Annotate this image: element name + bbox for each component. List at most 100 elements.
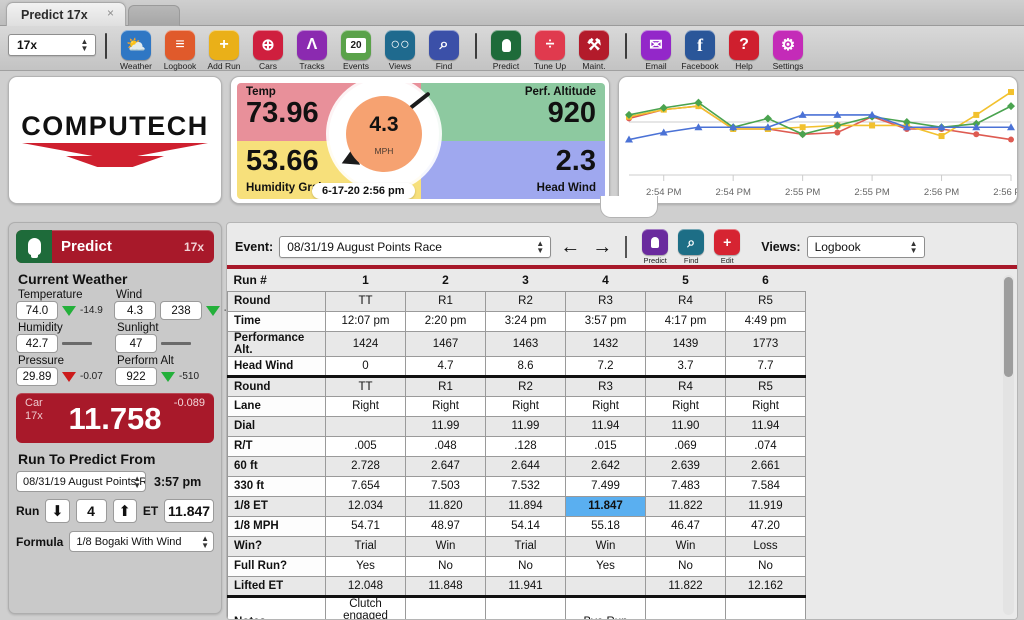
table-scrollbar[interactable] xyxy=(1003,275,1014,615)
table-cell[interactable]: 7.2 xyxy=(565,355,646,378)
table-cell[interactable]: Right xyxy=(405,395,486,417)
table-cell[interactable]: No xyxy=(485,555,566,577)
table-cell[interactable]: 12:07 pm xyxy=(325,310,406,332)
table-cell[interactable]: R3 xyxy=(565,290,646,312)
table-cell[interactable]: 2.661 xyxy=(725,455,806,477)
table-cell[interactable]: R1 xyxy=(405,290,486,312)
table-cell[interactable]: 54.71 xyxy=(325,515,406,537)
table-cell[interactable] xyxy=(405,595,486,619)
table-cell[interactable]: 11.894 xyxy=(485,495,566,517)
table-cell[interactable]: R4 xyxy=(645,290,726,312)
predict-event-select[interactable]: 08/31/19 August Points Ra ▲ ▼ xyxy=(16,471,146,492)
event-button-find[interactable]: ⌕ Find xyxy=(673,229,709,265)
table-column-header[interactable]: 6 xyxy=(725,269,806,291)
toolbar-button-tuneup[interactable]: ÷ Tune Up xyxy=(528,30,572,71)
table-cell[interactable]: R4 xyxy=(645,375,726,397)
table-cell[interactable]: 2:20 pm xyxy=(405,310,486,332)
toolbar-button-tracks[interactable]: Λ Tracks xyxy=(290,30,334,71)
table-cell[interactable]: 7.532 xyxy=(485,475,566,497)
table-cell[interactable]: 11.820 xyxy=(405,495,486,517)
toolbar-button-logbook[interactable]: ≡ Logbook xyxy=(158,30,202,71)
table-cell[interactable]: 11.822 xyxy=(645,495,726,517)
table-cell[interactable]: .074 xyxy=(725,435,806,457)
table-column-header[interactable]: 1 xyxy=(325,269,406,291)
table-cell[interactable]: 1467 xyxy=(405,330,486,357)
table-cell[interactable]: 3:57 pm xyxy=(565,310,646,332)
table-cell[interactable]: Bye Run xyxy=(565,595,646,619)
table-cell[interactable] xyxy=(485,595,566,619)
table-cell[interactable]: .128 xyxy=(485,435,566,457)
table-row[interactable]: R/T .005.048.128.015.069.074 xyxy=(227,435,1006,457)
table-cell[interactable]: 3:24 pm xyxy=(485,310,566,332)
table-cell[interactable]: Yes xyxy=(565,555,646,577)
table-cell[interactable]: 0 xyxy=(325,355,406,378)
toolbar-button-cars[interactable]: ⊕ Cars xyxy=(246,30,290,71)
toolbar-button-find[interactable]: ⌕ Find xyxy=(422,30,466,71)
toolbar-button-weather[interactable]: ⛅ Weather xyxy=(114,30,158,71)
table-cell[interactable]: 7.499 xyxy=(565,475,646,497)
toolbar-button-email[interactable]: ✉ Email xyxy=(634,30,678,71)
table-cell[interactable]: 1424 xyxy=(325,330,406,357)
table-cell[interactable]: 55.18 xyxy=(565,515,646,537)
table-cell[interactable]: Right xyxy=(725,395,806,417)
table-row[interactable]: Lane Right Right Right Right Right Right xyxy=(227,395,1006,417)
table-cell[interactable]: 1432 xyxy=(565,330,646,357)
table-cell[interactable]: R5 xyxy=(725,290,806,312)
table-cell[interactable]: Right xyxy=(565,395,646,417)
table-row[interactable]: Head Wind 0 4.7 8.6 7.2 3.7 7.7 xyxy=(227,355,1006,378)
weather-trend-chart[interactable]: 2:54 PM 2:54 PM 2:55 PM 2:55 PM 2:56 PM 2:56 … xyxy=(618,76,1018,204)
toolbar-button-help[interactable]: ? Help xyxy=(722,30,766,71)
table-cell[interactable]: 7.7 xyxy=(725,355,806,378)
table-cell[interactable]: No xyxy=(405,555,486,577)
weather-field-input[interactable]: 922 xyxy=(115,367,157,386)
table-cell[interactable]: 48.97 xyxy=(405,515,486,537)
table-row[interactable]: Full Run? Yes No No Yes No No xyxy=(227,555,1006,577)
table-column-header[interactable]: 5 xyxy=(645,269,726,291)
table-cell[interactable]: 4.7 xyxy=(405,355,486,378)
weather-field-input[interactable]: 4.3 xyxy=(114,301,156,320)
table-cell[interactable]: Trial xyxy=(325,535,406,557)
table-cell[interactable]: R2 xyxy=(485,375,566,397)
table-cell[interactable]: 7.654 xyxy=(325,475,406,497)
event-button-edit[interactable]: + Edit xyxy=(709,229,745,265)
table-cell[interactable]: 12.048 xyxy=(325,575,406,598)
table-cell[interactable]: 11.94 xyxy=(565,415,646,437)
weather-field-input[interactable]: 47 xyxy=(115,334,157,353)
table-cell[interactable]: 54.14 xyxy=(485,515,566,537)
table-cell[interactable]: 2.647 xyxy=(405,455,486,477)
event-select[interactable]: 08/31/19 August Points Race ▲ ▼ xyxy=(279,236,552,258)
vehicle-select[interactable]: 17x ▲ ▼ xyxy=(8,34,96,56)
run-number-input[interactable]: 4 xyxy=(75,499,107,523)
table-cell[interactable]: R1 xyxy=(405,375,486,397)
table-cell[interactable]: 1773 xyxy=(725,330,806,357)
tab-stub[interactable] xyxy=(128,5,180,26)
next-event-button[interactable]: → xyxy=(589,237,615,257)
table-cell[interactable]: 11.99 xyxy=(405,415,486,437)
table-cell[interactable] xyxy=(325,415,406,437)
table-row[interactable]: Win? Trial Win Trial Win Win Loss xyxy=(227,535,1006,557)
table-cell[interactable]: 7.584 xyxy=(725,475,806,497)
toolbar-button-maint[interactable]: ⚒ Maint. xyxy=(572,30,616,71)
prev-event-button[interactable]: ← xyxy=(557,237,583,257)
table-row[interactable]: Round TT R1 R2 R3 R4 R5 xyxy=(227,290,1006,312)
table-row[interactable]: Lifted ET 12.048 11.848 11.941 11.822 12.162 xyxy=(227,575,1006,598)
table-row[interactable]: Dial 11.99 11.99 11.94 11.90 11.94 xyxy=(227,415,1006,437)
table-cell[interactable]: TT xyxy=(325,290,406,312)
table-cell[interactable]: 7.503 xyxy=(405,475,486,497)
table-cell[interactable]: Win xyxy=(645,535,726,557)
table-cell[interactable]: 11.822 xyxy=(645,575,726,598)
table-row[interactable]: NotesClutch engaged before launch, throw… xyxy=(227,595,1006,619)
table-cell[interactable]: Win xyxy=(565,535,646,557)
table-column-header[interactable]: 4 xyxy=(565,269,646,291)
table-cell[interactable]: 2.644 xyxy=(485,455,566,477)
table-cell[interactable]: 11.941 xyxy=(485,575,566,598)
formula-select[interactable]: 1/8 Bogaki With Wind ▲ ▼ xyxy=(69,531,214,552)
table-cell[interactable]: 11.99 xyxy=(485,415,566,437)
event-button-predict[interactable]: Predict xyxy=(637,229,673,265)
table-cell[interactable]: Trial xyxy=(485,535,566,557)
table-cell[interactable]: .048 xyxy=(405,435,486,457)
toolbar-button-settings[interactable]: ⚙ Settings xyxy=(766,30,810,71)
table-cell[interactable]: 2.728 xyxy=(325,455,406,477)
table-cell[interactable]: Yes xyxy=(325,555,406,577)
table-cell[interactable]: 47.20 xyxy=(725,515,806,537)
